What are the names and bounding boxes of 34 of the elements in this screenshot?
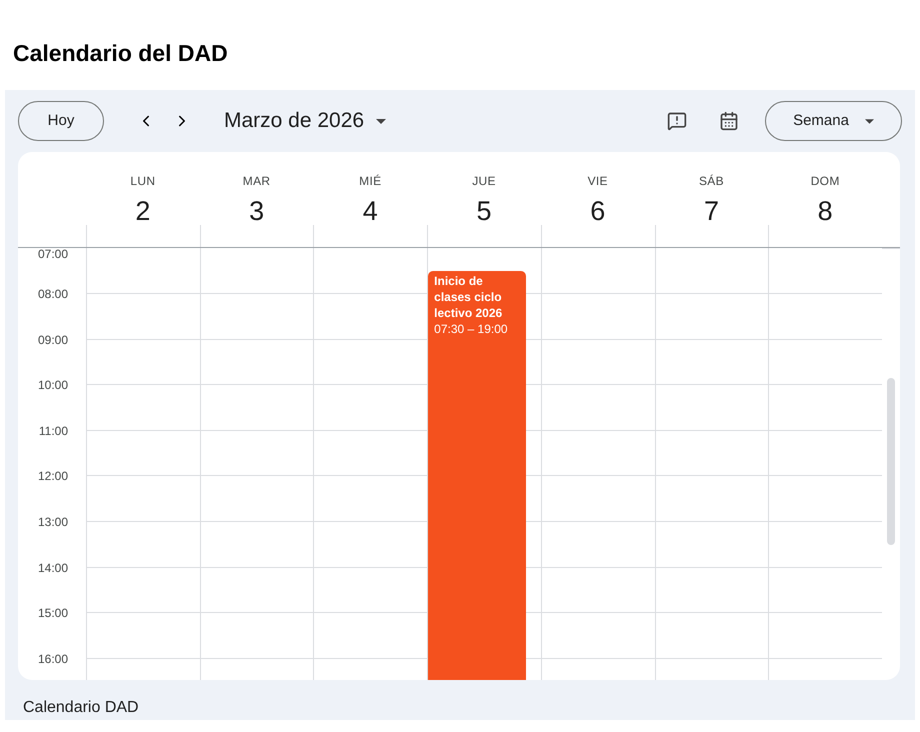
- day-number[interactable]: 5: [476, 194, 492, 228]
- hour-label: 14:00: [38, 560, 68, 576]
- weekday-label: VIE: [588, 173, 608, 190]
- weekday-label: MIÉ: [359, 173, 382, 190]
- hour-label: 09:00: [38, 332, 68, 348]
- day-number[interactable]: 8: [818, 194, 833, 228]
- weekday-label: JUE: [472, 173, 496, 190]
- scrollbar[interactable]: [887, 378, 896, 546]
- hour-label: 08:00: [38, 286, 68, 302]
- day-number[interactable]: 3: [249, 194, 264, 228]
- page-title: Calendario del DAD: [13, 38, 228, 68]
- hour-label: 12:00: [38, 468, 68, 484]
- day-number[interactable]: 6: [590, 194, 606, 228]
- day-number[interactable]: 4: [362, 194, 378, 228]
- weekday-label: LUN: [130, 173, 156, 190]
- day-number[interactable]: 2: [135, 194, 150, 228]
- event-title: Inicio de clases ciclo lectivo 2026: [434, 273, 504, 322]
- caret-icon: [376, 118, 386, 124]
- day-number[interactable]: 7: [704, 194, 719, 228]
- hour-label: 10:00: [38, 377, 68, 394]
- weekday-label: DOM: [810, 173, 840, 190]
- calendar-name: Calendario DAD: [23, 699, 139, 716]
- view-dropdown[interactable]: Semana: [765, 101, 902, 142]
- event-time: 07:30 – 19:00: [434, 321, 509, 338]
- hour-label: 11:00: [38, 422, 68, 439]
- weekday-label: SÁB: [698, 173, 724, 190]
- caret-icon: [864, 118, 874, 124]
- month-picker[interactable]: Marzo de 2026: [224, 105, 386, 137]
- hour-label: 16:00: [38, 650, 68, 667]
- hour-label: 07:00: [38, 248, 68, 262]
- today-button[interactable]: Hoy: [18, 101, 104, 142]
- weekday-label: MAR: [242, 173, 270, 190]
- hour-label: 13:00: [38, 514, 68, 530]
- hour-label: 15:00: [38, 605, 68, 622]
